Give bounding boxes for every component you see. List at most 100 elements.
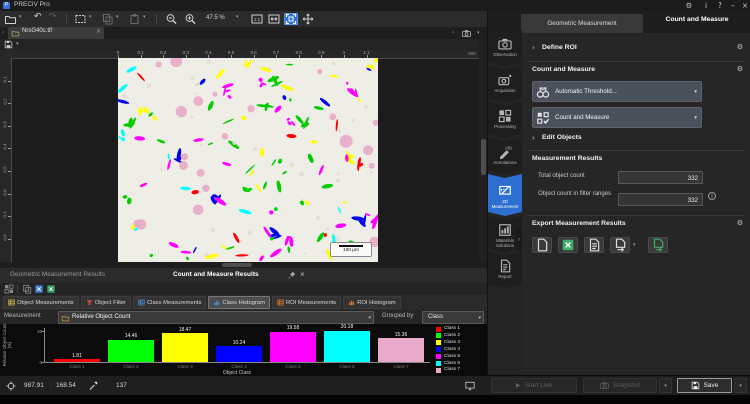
sidebar-item-processing[interactable]: Processing [488, 102, 522, 138]
save-image-icon[interactable] [4, 40, 13, 49]
total-object-count-field[interactable]: 332 [618, 171, 703, 184]
close-results-tab-icon[interactable]: × [300, 270, 305, 279]
undo-button[interactable]: ↶ [34, 12, 42, 22]
export-excel-button[interactable] [558, 237, 578, 253]
tab-geometric-measurement-results[interactable]: Geometric Measurement Results [10, 271, 105, 278]
select-tool-button[interactable] [74, 13, 87, 25]
define-roi-section[interactable]: Define ROI [542, 44, 577, 51]
snapshot-options-chevron[interactable]: ▾ [659, 378, 672, 393]
sidebar-item-acquisition[interactable]: Acquisition [488, 66, 522, 102]
count-chevron-icon[interactable]: ▾ [694, 115, 697, 121]
edit-objects-section[interactable]: Edit Objects [542, 134, 582, 141]
export-txt-button[interactable] [584, 237, 604, 253]
zoom-out-icon[interactable] [165, 13, 178, 25]
edit-objects-chevron-icon[interactable]: › [532, 134, 535, 142]
image-tab-close-icon[interactable]: × [96, 28, 101, 35]
copy-results-icon[interactable] [22, 284, 32, 294]
define-roi-chevron-icon[interactable]: › [532, 44, 535, 52]
histogram-bar[interactable] [270, 332, 316, 362]
tab-scroll-left-icon[interactable]: ‹ [2, 29, 4, 36]
export-settings-icon[interactable]: ⚙ [737, 219, 743, 227]
copy-options-chevron-icon[interactable]: ▾ [116, 14, 119, 20]
grouped-by-dropdown[interactable]: Class ▾ [422, 311, 484, 324]
export-file-button[interactable] [610, 237, 630, 253]
histogram-bar[interactable] [324, 331, 370, 362]
define-roi-settings-icon[interactable]: ⚙ [737, 43, 743, 51]
snapshot-button[interactable]: Snapshot [583, 378, 657, 393]
sidebar-item-annotations[interactable]: ABCAnnotations [488, 138, 522, 174]
sidebar-item-observation[interactable]: Observation [488, 30, 522, 66]
view-tab-class-measurements[interactable]: Class Measurements [133, 296, 206, 309]
fit-to-screen-button[interactable] [284, 13, 298, 25]
start-live-button[interactable]: ▶ Start Live [491, 378, 577, 393]
save-options-chevron[interactable]: ▾ [734, 378, 747, 393]
measurement-dropdown[interactable]: Relative Object Count ▾ [58, 311, 374, 324]
view-tab-object-filter[interactable]: Object Filter [81, 296, 131, 309]
threshold-chevron-icon[interactable]: ▾ [694, 89, 697, 95]
info-icon[interactable]: i [700, 0, 712, 11]
legend-label: Class 6 [444, 361, 460, 366]
copy-button[interactable] [101, 13, 114, 25]
viewer-vertical-scrollbar[interactable] [479, 39, 487, 262]
select-options-chevron-icon[interactable]: ▾ [89, 14, 92, 20]
horizontal-scroll-thumb[interactable] [222, 263, 252, 267]
export-file-chevron-icon[interactable]: ▾ [633, 242, 636, 248]
zoom-level-value[interactable]: 47.5 % [206, 15, 225, 21]
bottom-strip [0, 395, 750, 404]
fit-width-button[interactable] [267, 13, 281, 25]
export-open-button[interactable] [648, 237, 668, 253]
table-icon [8, 299, 15, 306]
chart-y-tick-label: 0 [28, 360, 42, 365]
sidebar-item-report[interactable]: Report [488, 252, 522, 288]
filter-count-field[interactable]: 332 [618, 193, 703, 206]
paste-options-chevron-icon[interactable]: ▾ [143, 14, 146, 20]
histogram-bar[interactable] [378, 338, 424, 362]
live-view-icon[interactable] [461, 29, 472, 38]
save-button[interactable]: Save [677, 378, 732, 393]
zoom-level-chevron-icon[interactable]: ▾ [236, 14, 239, 20]
layout-icon[interactable] [4, 284, 14, 294]
histogram-bar[interactable] [54, 359, 100, 362]
export-csv-button[interactable] [532, 237, 552, 253]
pan-mode-button[interactable] [301, 13, 315, 25]
display-icon[interactable] [464, 381, 476, 391]
count-and-measure-settings-icon[interactable]: ⚙ [737, 65, 743, 73]
pin-panel-icon[interactable] [288, 271, 296, 279]
view-tab-class-histogram[interactable]: Class Histogram [208, 296, 270, 309]
view-options-chevron-icon[interactable]: ▾ [477, 30, 480, 36]
v-ruler-tick [8, 103, 11, 104]
minimize-button[interactable]: – [727, 0, 739, 11]
automatic-threshold-button[interactable]: Automatic Threshold... ▾ [532, 81, 702, 102]
save-image-chevron-icon[interactable]: ▾ [16, 41, 19, 47]
filter-count-info-icon[interactable]: i [708, 192, 716, 200]
paste-button[interactable] [128, 13, 141, 25]
sidebar-item-2d-measurement[interactable]: 2D Measurement [488, 174, 522, 216]
view-tab-roi-histogram[interactable]: ROI Histogram [343, 296, 400, 309]
export-sheet-green-icon[interactable] [46, 284, 56, 294]
count-and-measure-button[interactable]: Count and Measure ▾ [532, 107, 702, 128]
settings-gear-icon[interactable]: ⚙ [683, 0, 695, 11]
view-tab-object-measurements[interactable]: Object Measurements [3, 296, 79, 309]
export-sheet-blue-icon[interactable] [34, 284, 44, 294]
panel-collapse-arrow[interactable]: › [516, 229, 522, 251]
histogram-bar[interactable] [108, 340, 154, 362]
tab-count-and-measure-results[interactable]: Count and Measure Results [173, 271, 259, 278]
legend-swatch [436, 333, 441, 338]
open-options-chevron-icon[interactable]: ▾ [19, 14, 22, 20]
open-image-button[interactable] [4, 13, 17, 25]
h-ruler-tick-label: 0.2 [155, 50, 171, 55]
close-button[interactable]: × [739, 0, 750, 11]
histogram-bar[interactable] [216, 346, 262, 362]
tab-scroll-right-icon[interactable]: › [452, 29, 454, 36]
histogram-bar[interactable] [162, 333, 208, 362]
redo-button[interactable]: ↷ [49, 12, 57, 22]
image-document-tab[interactable]: NrsG40c.tif × [8, 27, 104, 39]
workflow-selector-tab[interactable]: Geometric Measurement [521, 14, 643, 33]
zoom-in-icon[interactable] [184, 13, 197, 25]
vertical-scroll-thumb[interactable] [481, 139, 486, 175]
actual-size-button[interactable]: 1:1 [250, 13, 264, 25]
specimen-image[interactable]: 100 µm [118, 58, 378, 262]
help-icon[interactable]: ? [714, 0, 726, 11]
view-tab-roi-measurements[interactable]: ROI Measurements [272, 296, 341, 309]
h-ruler-tick-label: 0.8 [291, 50, 307, 55]
